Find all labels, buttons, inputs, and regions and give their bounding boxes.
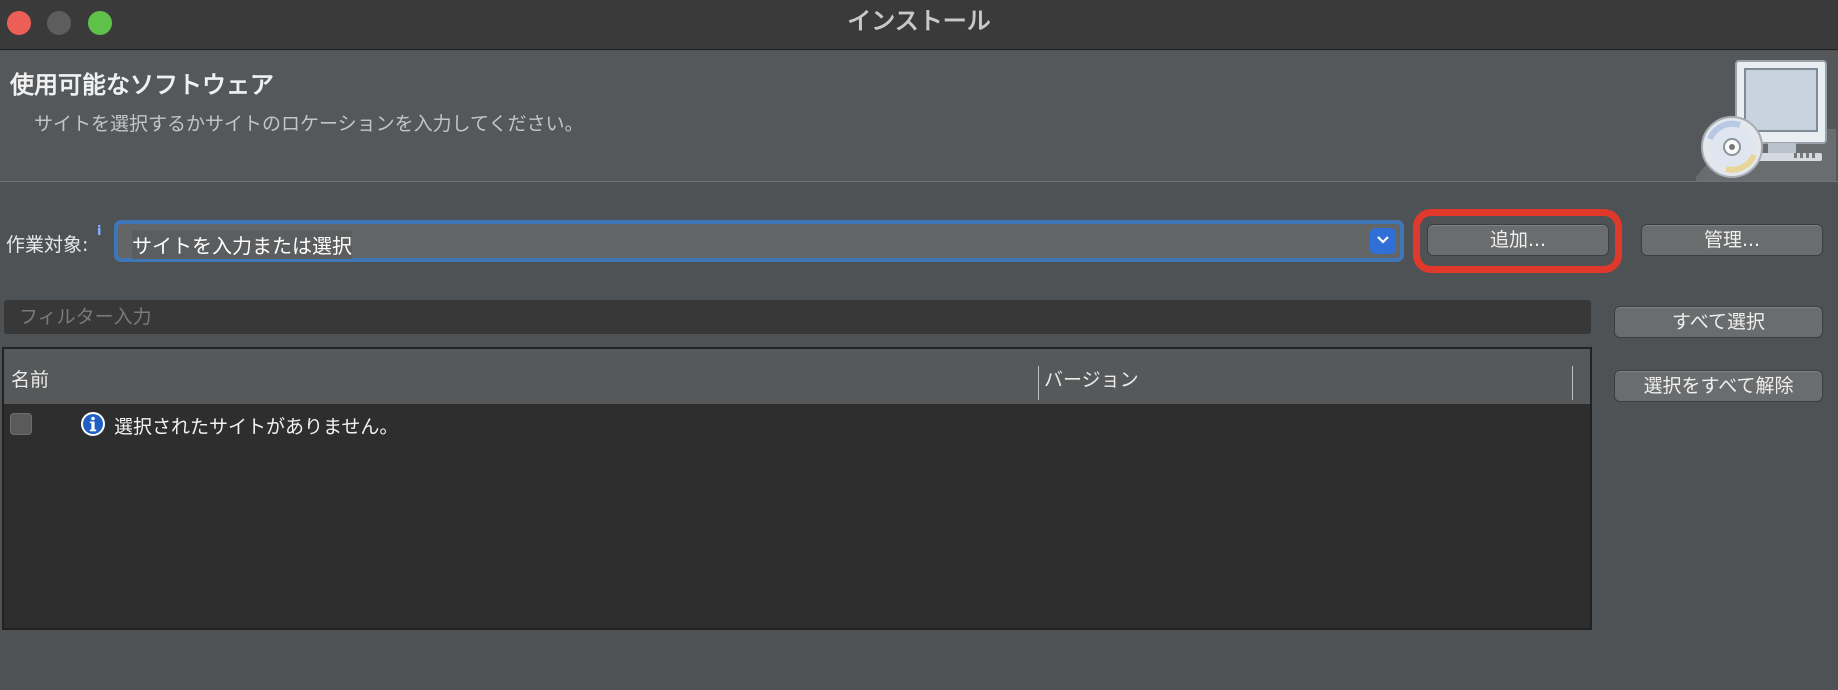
info-icon (81, 412, 105, 436)
software-table: 名前 バージョン 選択されたサイトがありません。 (2, 347, 1592, 630)
row-checkbox[interactable] (10, 413, 32, 435)
deselect-all-button[interactable]: 選択をすべて解除 (1614, 370, 1823, 402)
column-resize-handle[interactable] (1038, 366, 1039, 400)
column-resize-handle[interactable] (1572, 366, 1573, 400)
install-dialog: インストール 使用可能なソフトウェア サイトを選択するかサイトのロケーションを入… (0, 0, 1838, 690)
site-combobox-value[interactable]: サイトを入力または選択 (132, 230, 352, 259)
column-header-version[interactable]: バージョン (1044, 365, 1139, 392)
header-banner: 使用可能なソフトウェア サイトを選択するかサイトのロケーションを入力してください… (0, 51, 1838, 182)
page-title: 使用可能なソフトウェア (10, 71, 274, 99)
column-header-name[interactable]: 名前 (11, 365, 49, 392)
empty-table-message: 選択されたサイトがありません。 (114, 416, 399, 438)
title-bar: インストール (0, 0, 1838, 50)
table-header: 名前 バージョン (4, 349, 1590, 405)
window-title: インストール (847, 7, 991, 35)
filter-input[interactable] (4, 300, 1591, 334)
site-combobox-field[interactable]: サイトを入力または選択 (118, 224, 1400, 259)
select-all-button[interactable]: すべて選択 (1614, 306, 1823, 338)
table-row: 選択されたサイトがありません。 (4, 405, 1590, 441)
info-icon: i (97, 224, 102, 239)
work-with-label: 作業対象: (6, 234, 89, 256)
add-button[interactable]: 追加... (1427, 224, 1609, 256)
install-software-icon (1696, 59, 1836, 181)
site-combobox[interactable]: サイトを入力または選択 (114, 220, 1404, 262)
page-description: サイトを選択するかサイトのロケーションを入力してください。 (34, 113, 584, 135)
chevron-down-icon[interactable] (1370, 228, 1396, 254)
manage-button[interactable]: 管理... (1641, 224, 1823, 256)
